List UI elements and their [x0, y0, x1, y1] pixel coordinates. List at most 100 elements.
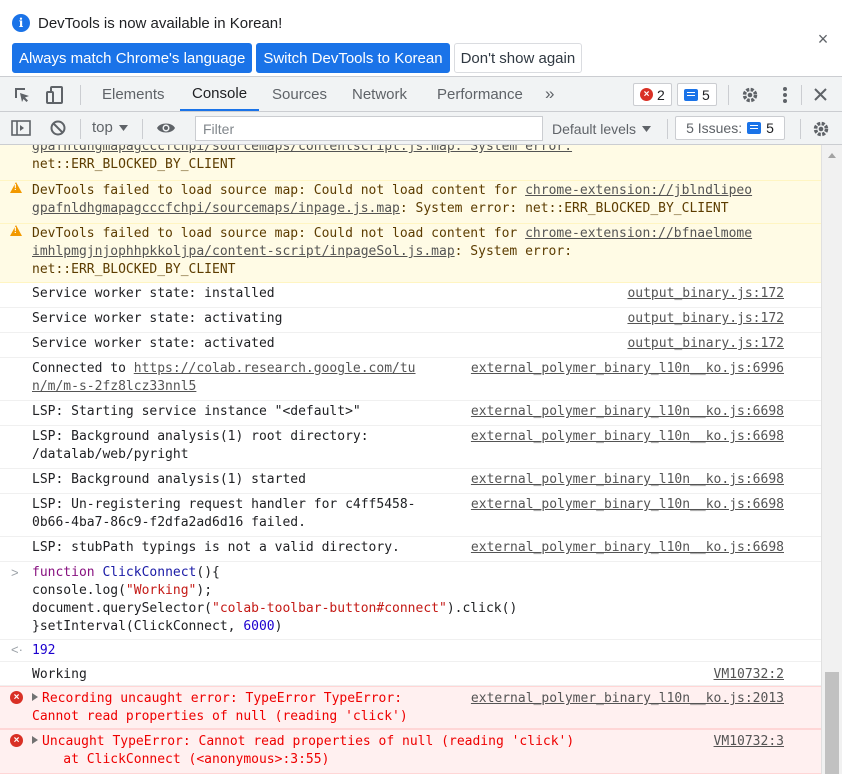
log-text: 0b66-4ba7-86c9-f2dfa2ad6d16 failed.	[32, 515, 306, 530]
tab-network[interactable]: Network	[352, 77, 407, 111]
infobar-message: DevTools is now available in Korean!	[38, 14, 283, 32]
toolbar-divider	[142, 119, 143, 139]
console-warning: gpafnldhgmapagcccfchpi/sourcemaps/conten…	[0, 145, 821, 181]
toolbar-divider	[728, 85, 729, 105]
filter-input[interactable]: Filter	[195, 116, 543, 141]
source-link[interactable]: external_polymer_binary_l10n__ko.js:6698	[471, 496, 784, 514]
source-link[interactable]: external_polymer_binary_l10n__ko.js:2013	[471, 690, 784, 708]
infobar-close-icon[interactable]: ×	[816, 29, 830, 49]
scroll-up-arrow-icon[interactable]	[828, 153, 836, 158]
toolbar-divider	[800, 119, 801, 139]
sidebar-toggle-icon[interactable]	[11, 119, 31, 137]
log-text: LSP: Background analysis(1) root directo…	[32, 429, 369, 444]
kebab-menu-icon[interactable]	[777, 85, 793, 105]
chevron-down-icon	[118, 124, 128, 131]
log-text: Connected to	[32, 361, 134, 376]
source-link[interactable]: output_binary.js:172	[627, 285, 784, 303]
console-result: <· 192	[0, 640, 821, 662]
tab-performance[interactable]: Performance	[437, 77, 523, 111]
log-text: LSP: Un-registering request handler for …	[32, 497, 416, 512]
colab-url-link[interactable]: n/m/m-s-2fz8lcz33nnl5	[32, 379, 196, 394]
console-error: × Recording uncaught error: TypeError Ty…	[0, 686, 821, 729]
switch-to-korean-button[interactable]: Switch DevTools to Korean	[256, 43, 450, 73]
dont-show-again-button[interactable]: Don't show again	[453, 43, 583, 73]
log-text: Service worker state: activated	[32, 336, 275, 351]
clear-console-icon[interactable]	[49, 119, 67, 137]
filter-placeholder: Filter	[203, 120, 235, 137]
source-link[interactable]: VM10732:3	[714, 733, 784, 751]
tab-elements[interactable]: Elements	[102, 77, 165, 111]
code-text: document.querySelector(	[32, 601, 213, 616]
code-function-name: ClickConnect	[102, 565, 197, 580]
issues-button[interactable]: 5 Issues: 5	[675, 116, 785, 140]
sourcemap-link[interactable]: gpafnldhgmapagcccfchpi/sourcemaps/inpage…	[32, 201, 400, 216]
log-text: LSP: Starting service instance "<default…	[32, 404, 361, 419]
expand-triangle-icon[interactable]	[32, 736, 38, 744]
warning-text: net::ERR_BLOCKED_BY_CLIENT	[32, 157, 236, 172]
always-match-language-button[interactable]: Always match Chrome's language	[12, 43, 253, 73]
source-link[interactable]: output_binary.js:172	[627, 335, 784, 353]
console-error: × Uncaught TypeError: Cannot read proper…	[0, 729, 821, 774]
context-selector[interactable]: top	[92, 119, 128, 136]
result-arrow-icon: <·	[11, 642, 23, 657]
extension-link[interactable]: chrome-extension://bfnaelmome	[525, 226, 752, 241]
message-count: 5	[702, 86, 710, 103]
close-icon[interactable]	[812, 86, 828, 102]
log-levels-value: Default levels	[552, 120, 637, 137]
warning-text: : System error:	[454, 244, 573, 259]
code-text: (){	[196, 565, 220, 580]
console-scrollbar[interactable]	[821, 145, 842, 774]
log-text: /datalab/web/pyright	[32, 447, 189, 462]
log-text: LSP: stubPath typings is not a valid dir…	[32, 540, 400, 555]
source-link[interactable]: VM10732:2	[714, 666, 784, 684]
source-link[interactable]: external_polymer_binary_l10n__ko.js:6698	[471, 428, 784, 446]
colab-url-link[interactable]: https://colab.research.google.com/tu	[134, 361, 416, 376]
sourcemap-link[interactable]: imhlpmgjnjophhpkkoljpa/content-script/in…	[32, 244, 455, 259]
issues-count: 5	[766, 120, 774, 136]
device-toolbar-icon[interactable]	[45, 85, 65, 105]
console-log: Working VM10732:2	[0, 662, 821, 686]
log-text: Service worker state: installed	[32, 286, 275, 301]
inspect-element-icon[interactable]	[12, 85, 32, 105]
context-value: top	[92, 119, 113, 136]
error-icon: ×	[10, 691, 23, 704]
scrollbar-thumb[interactable]	[825, 672, 839, 774]
gear-icon[interactable]	[740, 85, 760, 105]
warning-text: DevTools failed to load source map: Coul…	[32, 226, 526, 241]
tab-console[interactable]: Console	[180, 77, 260, 111]
error-icon: ×	[10, 734, 23, 747]
source-link[interactable]: external_polymer_binary_l10n__ko.js:6996	[471, 360, 784, 378]
error-stack-text: at ClickConnect (<anonymous>:3:55)	[32, 752, 330, 767]
code-text: )	[274, 619, 283, 634]
console-log: Service worker state: installed output_b…	[0, 283, 821, 308]
log-levels-dropdown[interactable]: Default levels	[552, 116, 652, 141]
expand-triangle-icon[interactable]	[32, 693, 38, 701]
message-icon	[684, 88, 698, 101]
console-log: Connected to https://colab.research.goog…	[0, 358, 821, 401]
source-link[interactable]: external_polymer_binary_l10n__ko.js:6698	[471, 403, 784, 421]
infobar-message-row: i DevTools is now available in Korean!	[12, 14, 282, 32]
sourcemap-link[interactable]: gpafnldhgmapagcccfchpi/sourcemaps/conten…	[32, 145, 572, 154]
message-count-badge[interactable]: 5	[677, 83, 717, 106]
result-value: 192	[32, 643, 56, 658]
source-link[interactable]: external_polymer_binary_l10n__ko.js:6698	[471, 471, 784, 489]
console-input-command[interactable]: > function ClickConnect(){ console.log("…	[0, 562, 821, 640]
extension-link[interactable]: chrome-extension://jblndlipeo	[525, 183, 752, 198]
console-toolbar: top Filter Default levels 5 Issues: 5	[0, 112, 842, 145]
source-link[interactable]: output_binary.js:172	[627, 310, 784, 328]
console-log: LSP: Background analysis(1) started exte…	[0, 469, 821, 494]
console-settings-gear-icon[interactable]	[811, 119, 831, 139]
console-log: LSP: Background analysis(1) root directo…	[0, 426, 821, 469]
source-link[interactable]: external_polymer_binary_l10n__ko.js:6698	[471, 539, 784, 557]
toolbar-divider	[801, 85, 802, 105]
chevron-down-icon	[642, 125, 652, 132]
tab-sources[interactable]: Sources	[272, 77, 327, 111]
error-icon: ×	[640, 88, 653, 101]
console-log: Service worker state: activating output_…	[0, 308, 821, 333]
live-expression-eye-icon[interactable]	[155, 120, 177, 136]
code-number: 6000	[243, 619, 275, 634]
issues-label: 5 Issues:	[686, 120, 743, 136]
error-count-badge[interactable]: × 2	[633, 83, 672, 106]
more-tabs-button[interactable]: »	[545, 77, 554, 111]
code-keyword: function	[32, 565, 95, 580]
